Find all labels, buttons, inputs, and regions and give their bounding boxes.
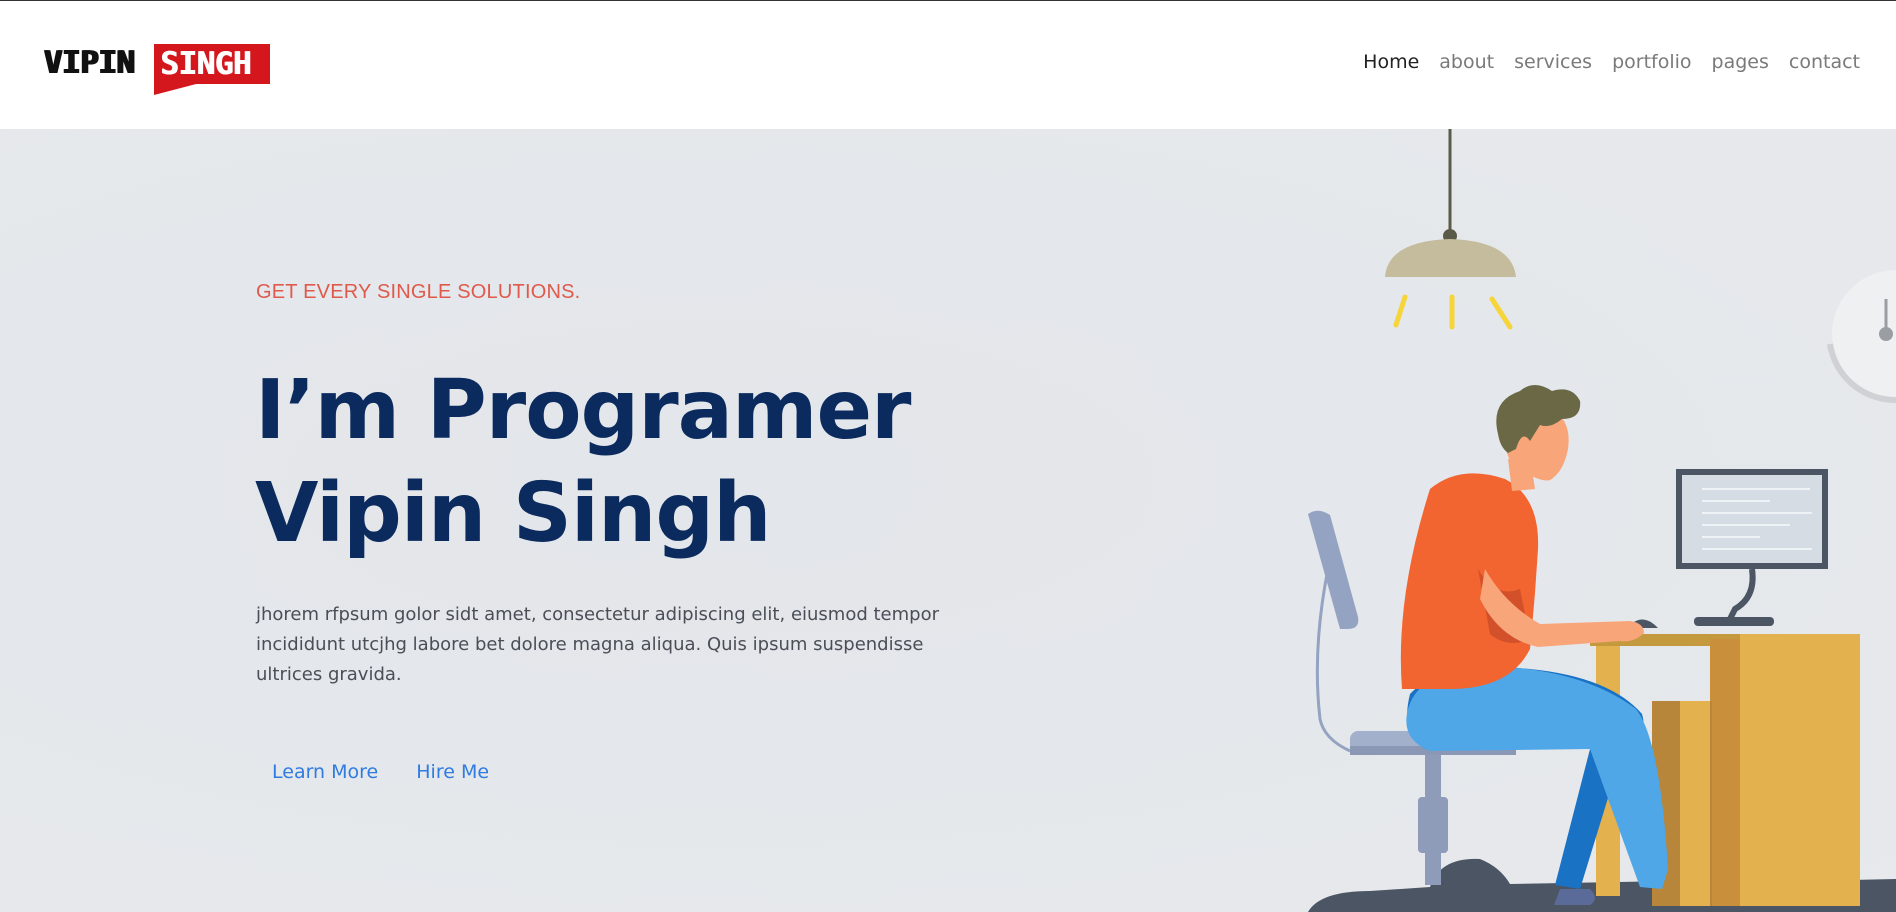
learn-more-button[interactable]: Learn More [256, 753, 394, 791]
programmer-illustration [1308, 129, 1896, 912]
hero-actions: Learn More Hire Me [256, 753, 511, 791]
lamp-icon [1385, 129, 1516, 330]
hero-tagline: GET EVERY SINGLE SOLUTIONS. [256, 281, 581, 303]
nav-item-portfolio[interactable]: portfolio [1602, 51, 1701, 73]
nav-item-home[interactable]: Home [1353, 51, 1429, 73]
hero-headline-line2: Vipin Singh [255, 466, 771, 561]
logo-text-highlight: SINGH [154, 44, 270, 84]
logo-speech-tail [154, 83, 200, 95]
logo-text-primary: VIPIN [44, 45, 135, 81]
main-nav: Home about services portfolio pages cont… [1353, 51, 1870, 73]
hero-section: GET EVERY SINGLE SOLUTIONS. I’m Programe… [0, 129, 1896, 912]
hero-description: jhorem rfpsum golor sidt amet, consectet… [256, 604, 939, 685]
nav-item-contact[interactable]: contact [1779, 51, 1870, 73]
site-header: VIPIN SINGH Home about services portfoli… [0, 1, 1896, 129]
hero-headline-line1: I’m Programer [255, 363, 911, 458]
site-logo[interactable]: VIPIN SINGH [44, 41, 274, 119]
monitor-icon [1627, 469, 1828, 628]
nav-item-pages[interactable]: pages [1702, 51, 1779, 73]
hire-me-button[interactable]: Hire Me [400, 753, 505, 791]
nav-item-services[interactable]: services [1504, 51, 1602, 73]
nav-item-about[interactable]: about [1429, 51, 1504, 73]
clock-icon [1827, 270, 1896, 404]
hero-headline: I’m Programer Vipin Singh [255, 359, 911, 565]
